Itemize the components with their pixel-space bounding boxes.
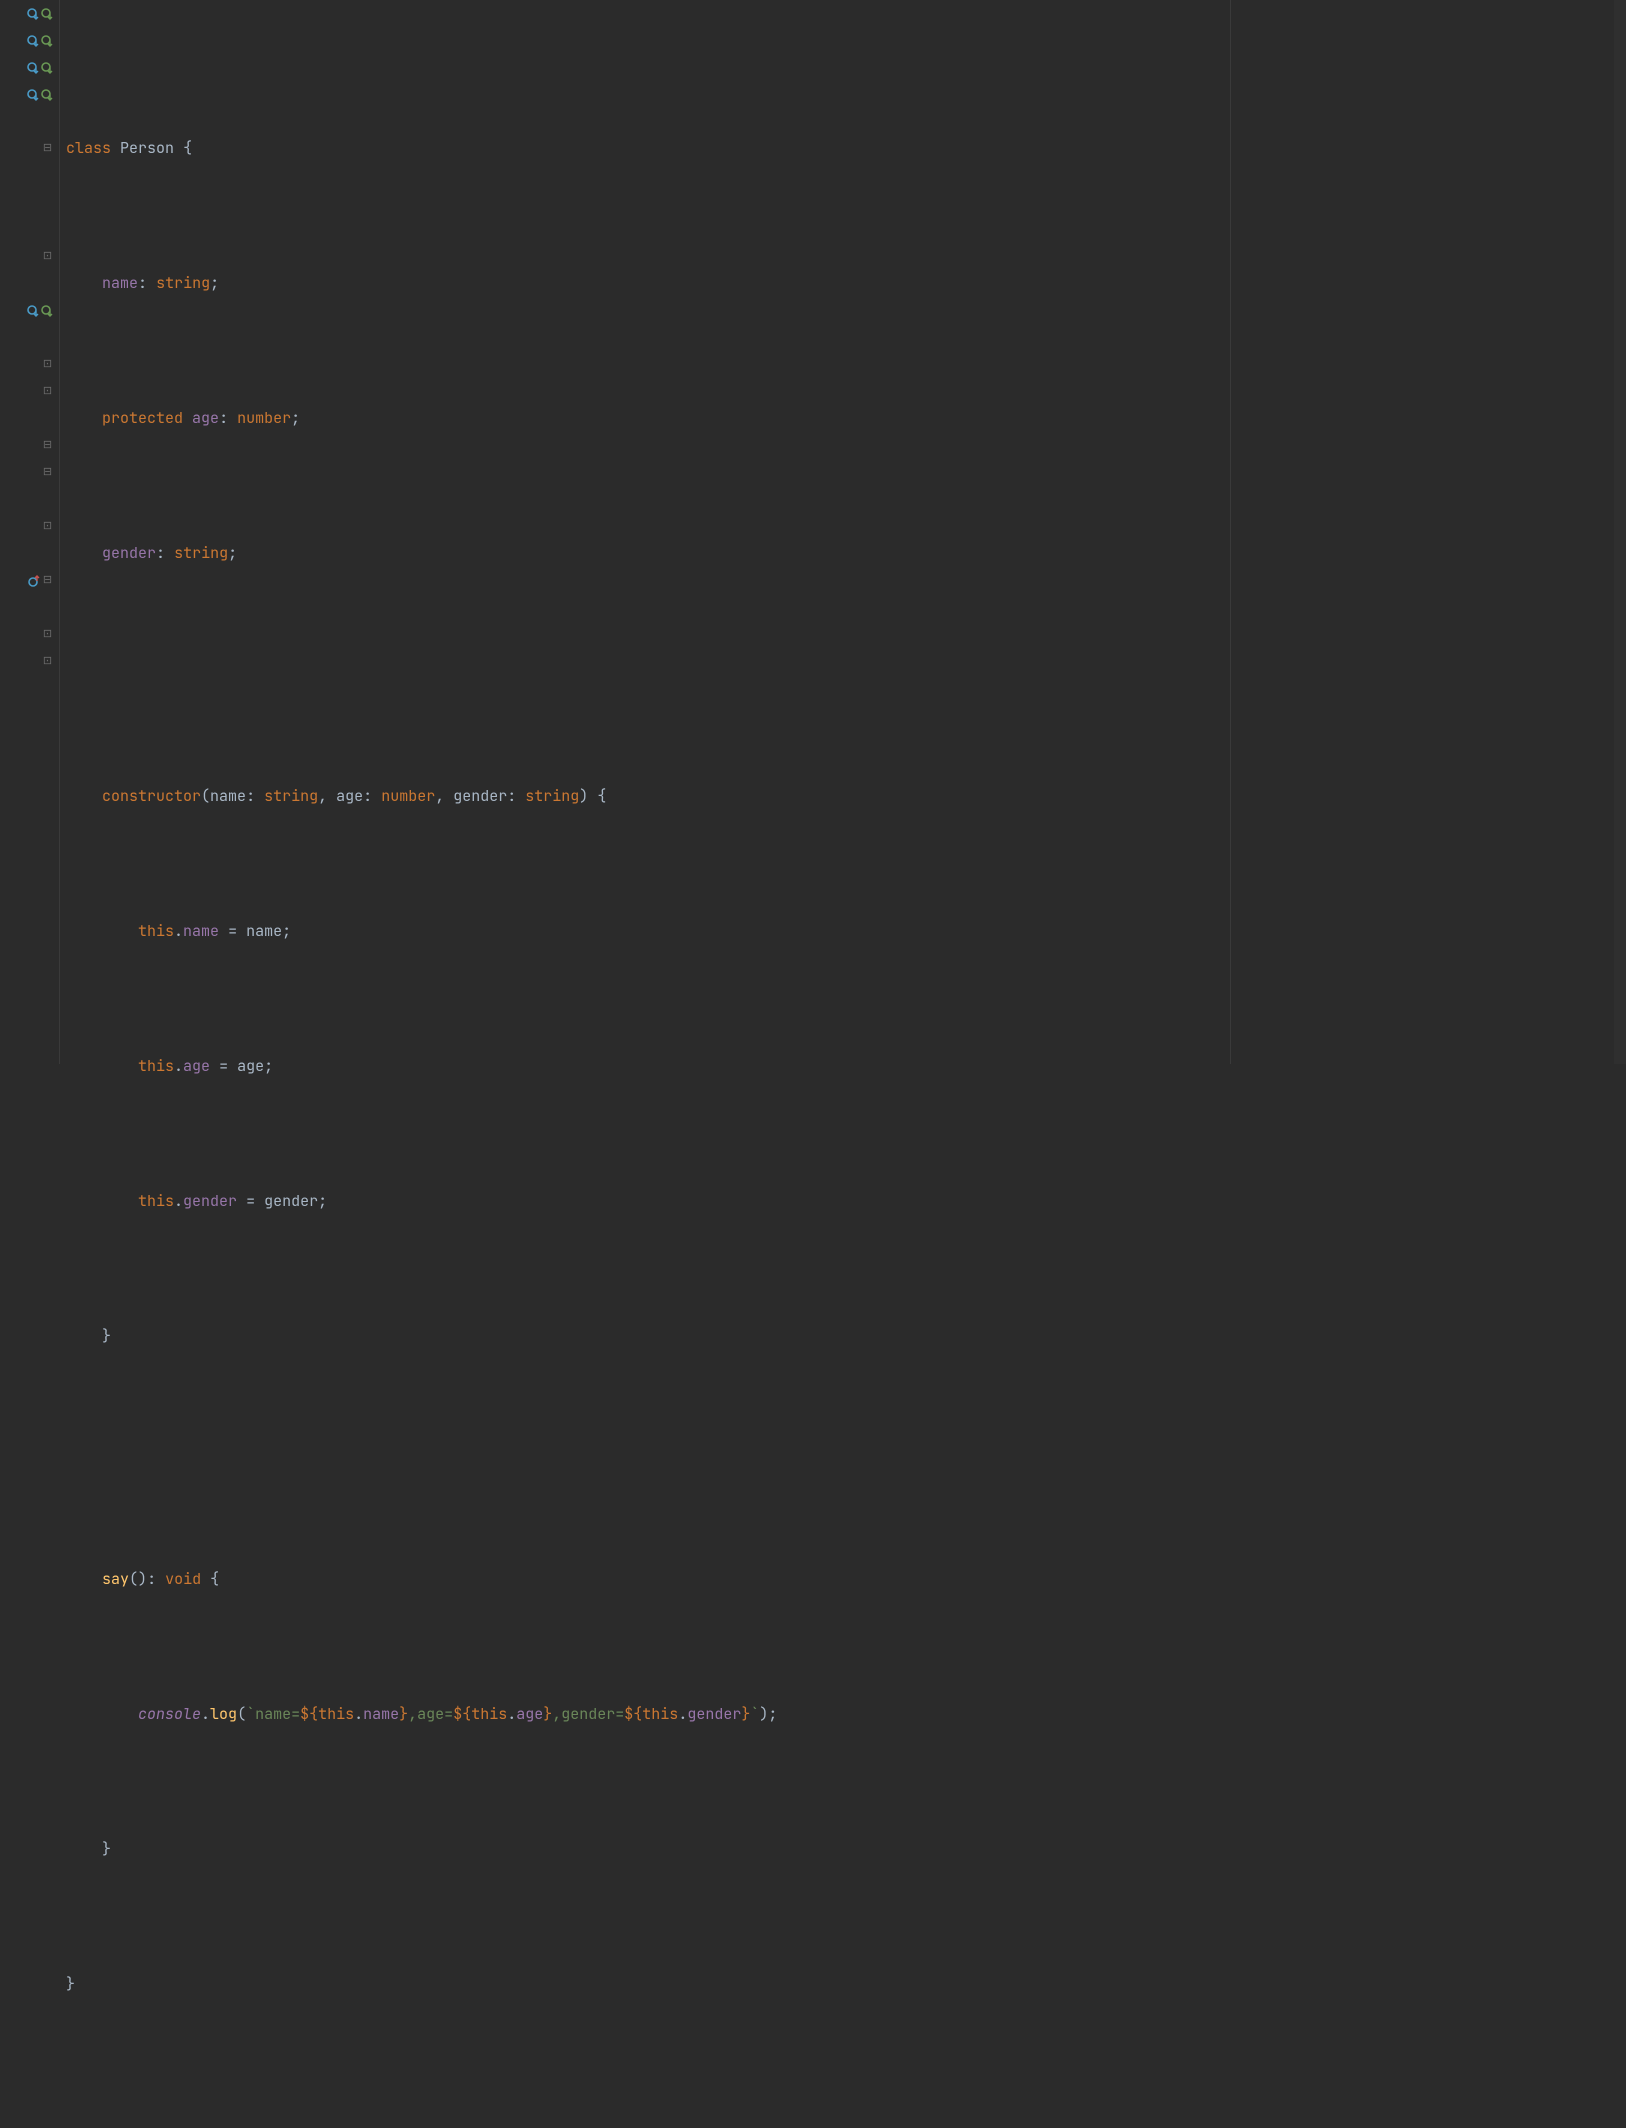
implement-down-icon[interactable]: [41, 305, 53, 317]
keyword: class: [66, 135, 111, 162]
code-line[interactable]: }: [66, 1836, 1626, 1863]
keyword: constructor: [102, 783, 201, 810]
gutter-row[interactable]: ⊡: [0, 378, 59, 405]
gutter-row[interactable]: ⊡: [0, 351, 59, 378]
gutter-row[interactable]: [0, 297, 59, 324]
console-object: console: [138, 1701, 201, 1728]
override-up-icon[interactable]: [28, 575, 40, 587]
gutter-row[interactable]: ⊟: [0, 459, 59, 486]
override-down-icon[interactable]: [27, 305, 39, 317]
implement-down-icon[interactable]: [41, 8, 53, 20]
code-line[interactable]: console.log(`name=${this.name},age=${thi…: [66, 1701, 1626, 1728]
fold-close-icon[interactable]: ⊡: [42, 513, 53, 540]
override-down-icon[interactable]: [27, 35, 39, 47]
code-line[interactable]: }: [66, 1323, 1626, 1350]
gutter-row[interactable]: [0, 0, 59, 27]
gutter-row[interactable]: ⊟: [0, 567, 59, 594]
code-line[interactable]: name: string;: [66, 270, 1626, 297]
vertical-scrollbar[interactable]: [1614, 0, 1626, 1064]
gutter: ⊟ ⊡ ⊡ ⊡ ⊟ ⊟ ⊡ ⊟ ⊡ ⊡: [0, 0, 60, 1064]
implement-down-icon[interactable]: [41, 89, 53, 101]
method-name: say: [102, 1566, 129, 1593]
code-line[interactable]: this.gender = gender;: [66, 1188, 1626, 1215]
keyword: this: [138, 918, 174, 945]
gutter-row[interactable]: ⊡: [0, 513, 59, 540]
override-down-icon[interactable]: [27, 62, 39, 74]
property: name: [102, 270, 138, 297]
class-name: Person: [120, 135, 174, 162]
gutter-row[interactable]: [0, 27, 59, 54]
gutter-row[interactable]: ⊡: [0, 621, 59, 648]
fold-close-icon[interactable]: ⊡: [42, 378, 53, 405]
code-line[interactable]: constructor(name: string, age: number, g…: [66, 783, 1626, 810]
code-line[interactable]: protected age: number;: [66, 405, 1626, 432]
type: string: [156, 270, 210, 297]
gutter-row[interactable]: [0, 54, 59, 81]
implement-down-icon[interactable]: [41, 35, 53, 47]
code-line[interactable]: }: [66, 1971, 1626, 1998]
code-line[interactable]: say(): void {: [66, 1566, 1626, 1593]
code-line[interactable]: [66, 1431, 1626, 1458]
gutter-row[interactable]: [0, 81, 59, 108]
fold-close-icon[interactable]: ⊡: [42, 351, 53, 378]
gutter-row[interactable]: ⊡: [0, 243, 59, 270]
fold-close-icon[interactable]: ⊡: [42, 243, 53, 270]
code-area[interactable]: class Person { name: string; protected a…: [60, 0, 1626, 1064]
code-line[interactable]: [66, 648, 1626, 675]
code-line[interactable]: this.age = age;: [66, 1053, 1626, 1080]
property: gender: [102, 540, 156, 567]
property: age: [192, 405, 219, 432]
override-down-icon[interactable]: [27, 89, 39, 101]
code-editor[interactable]: ⊟ ⊡ ⊡ ⊡ ⊟ ⊟ ⊡ ⊟ ⊡ ⊡: [0, 0, 1626, 1064]
code-line[interactable]: class Person {: [66, 135, 1626, 162]
fold-close-icon[interactable]: ⊡: [42, 621, 53, 648]
type: number: [237, 405, 291, 432]
type: string: [174, 540, 228, 567]
gutter-row[interactable]: ⊟: [0, 135, 59, 162]
gutter-row[interactable]: ⊟: [0, 432, 59, 459]
code-line[interactable]: this.name = name;: [66, 918, 1626, 945]
override-down-icon[interactable]: [27, 8, 39, 20]
gutter-row[interactable]: ⊡: [0, 648, 59, 675]
fold-open-icon[interactable]: ⊟: [42, 567, 53, 594]
implement-down-icon[interactable]: [41, 62, 53, 74]
code-line[interactable]: [66, 2079, 1626, 2106]
fold-open-icon[interactable]: ⊟: [42, 459, 53, 486]
fold-open-icon[interactable]: ⊟: [42, 135, 53, 162]
code-line[interactable]: gender: string;: [66, 540, 1626, 567]
fold-close-icon[interactable]: ⊡: [42, 648, 53, 675]
keyword: protected: [102, 405, 183, 432]
fold-open-icon[interactable]: ⊟: [42, 432, 53, 459]
